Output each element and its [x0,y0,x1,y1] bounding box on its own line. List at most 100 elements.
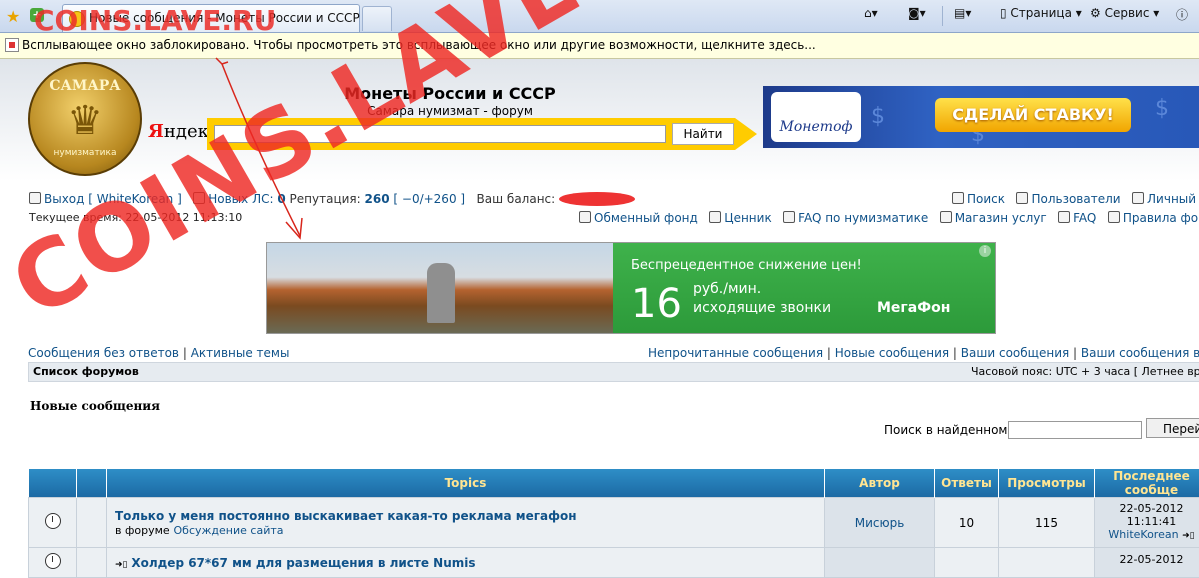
ad-info-icon[interactable]: i [979,245,991,257]
nav-separator: | [1073,346,1077,360]
reputation-value: 260 [365,192,390,206]
browser-tab-active[interactable]: Новые сообщения - Монеты России и СССР [62,4,360,32]
service-menu[interactable]: ⚙ Сервис ▾ [1090,6,1159,20]
last-post-time: 11:11:41 [1127,515,1176,528]
your-auction-posts-link[interactable]: Ваши сообщения в аукц [1081,346,1199,360]
views-cell: 115 [999,498,1095,548]
favorites-star-icon[interactable]: ★ [6,7,20,26]
new-posts-link[interactable]: Новые сообщения [835,346,949,360]
feeds-icon[interactable]: ◙▾ [908,6,926,20]
yandex-search-button[interactable]: Найти [672,123,734,145]
col-header-views[interactable]: Просмотры [999,469,1095,498]
top-right-links: Поиск Пользователи Личный р [952,192,1199,206]
make-bid-button[interactable]: СДЕЛАЙ СТАВКУ! [935,98,1131,132]
services-shop-link[interactable]: Магазин услуг [940,211,1047,225]
monetof-logo: Монетоф [771,92,861,142]
topic-title-link[interactable]: Только у меня постоянно выскакивает кака… [115,509,577,523]
balance-label: Ваш баланс: [477,192,556,206]
replies-cell: 10 [935,498,999,548]
timezone-text: Часовой пояс: UTC + 3 часа [ Летнее вр [971,365,1199,378]
col-header-author[interactable]: Автор [825,469,935,498]
unanswered-link[interactable]: Сообщения без ответов [28,346,179,360]
nav-separator: | [953,346,957,360]
users-link-label: Пользователи [1031,192,1120,206]
last-post-date: 22-05-2012 [1120,502,1184,515]
faq-numismatics-link[interactable]: FAQ по нумизматике [783,211,928,225]
popup-blocked-infobar[interactable]: Всплывающее окно заблокировано. Чтобы пр… [0,33,1199,59]
topic-cell: ➜▯ Холдер 67*67 мм для размещения в лист… [107,548,825,578]
col-header-topics[interactable]: Topics [107,469,825,498]
popup-blocked-icon [5,38,19,52]
nav-separator: | [183,346,187,360]
goto-last-post-icon[interactable]: ➜▯ [1182,530,1195,543]
new-pm-link[interactable]: Новых ЛС: 0 [193,192,285,206]
new-tab-button[interactable] [362,6,392,31]
page-menu[interactable]: ▯ Страница ▾ [1000,6,1082,20]
yandex-search-bar: Найти [207,118,757,150]
exchange-link[interactable]: Обменный фонд [579,211,698,225]
logout-label: Выход [ WhiteKorean ] [44,192,182,206]
users-link[interactable]: Пользователи [1016,192,1120,206]
col-header-blank [77,469,107,498]
exchange-link-label: Обменный фонд [594,211,698,225]
search-in-results-label: Поиск в найденном: [884,423,1012,437]
site-logo[interactable]: САМАРА ♛ нумизматика [28,62,142,176]
search-link[interactable]: Поиск [952,192,1005,206]
topic-icon-cell [77,548,107,578]
new-pm-label: Новых ЛС: [208,192,273,206]
faq-link[interactable]: FAQ [1058,211,1096,225]
help-icon[interactable]: ⓘ [1176,6,1188,23]
rules-link[interactable]: Правила фо [1108,211,1198,225]
unread-link[interactable]: Непрочитанные сообщения [648,346,823,360]
logout-link[interactable]: Выход [ WhiteKorean ] [29,192,182,206]
search-in-results-input[interactable] [1008,421,1142,439]
add-favorites-icon[interactable]: + [30,8,44,22]
right-nav-links: Непрочитанные сообщения | Новые сообщени… [648,346,1199,360]
banner-offer: Беспрецедентное снижение цен! 16 руб./ми… [613,243,995,333]
tab-title: Новые сообщения - Монеты России и СССР [89,11,360,25]
last-post-user-link[interactable]: WhiteKorean [1108,528,1178,541]
col-header-replies[interactable]: Ответы [935,469,999,498]
arrow-head [286,218,302,238]
sculpture-image [427,263,455,323]
monetof-ad-banner[interactable]: Монетоф $ $ $ СДЕЛАЙ СТАВКУ! [763,86,1199,148]
banner-headline: Беспрецедентное снижение цен! [631,258,862,273]
dollar-icon: $ [1155,96,1169,121]
topic-title-link[interactable]: Холдер 67*67 мм для размещения в листе N… [131,556,475,570]
megafon-ad-banner[interactable]: Беспрецедентное снижение цен! 16 руб./ми… [266,242,996,334]
yandex-search-input[interactable] [214,125,666,143]
forum-list-link[interactable]: Список форумов [33,365,139,378]
current-time: Текущее время: 22-05-2012 11:13:10 [29,211,242,224]
personal-link[interactable]: Личный р [1132,192,1199,206]
search-icon [952,192,964,204]
table-row: Только у меня постоянно выскакивает кака… [29,498,1199,548]
home-icon[interactable]: ⌂▾ [864,6,878,20]
new-posts-clock-icon [45,513,61,529]
author-cell: Мисюрь [825,498,935,548]
print-icon[interactable]: ▤▾ [954,6,971,20]
rules-icon [1108,211,1120,223]
dollar-icon: $ [871,104,885,129]
reputation-detail-link[interactable]: [ −0/+260 ] [393,192,465,206]
rules-label: Правила фо [1123,211,1198,225]
reputation-label: Репутация: [290,192,361,206]
search-in-results-button[interactable]: Перей [1146,418,1199,438]
page-title: Новые сообщения [30,399,160,413]
col-header-last-post[interactable]: Последнее сообще [1095,469,1199,498]
personal-link-label: Личный р [1147,192,1199,206]
goto-first-unread-icon[interactable]: ➜▯ [115,560,128,570]
forum-link[interactable]: Обсуждение сайта [174,524,284,537]
active-topics-link[interactable]: Активные темы [191,346,290,360]
author-link[interactable]: Мисюрь [855,516,905,530]
views-cell [999,548,1095,578]
pm-icon [193,192,205,204]
banner-photo [267,243,613,333]
banner-line-1: руб./мин. [693,281,761,297]
breadcrumb: Список форумов Часовой пояс: UTC + 3 час… [28,362,1199,382]
your-posts-link[interactable]: Ваши сообщения [961,346,1069,360]
price-list-link[interactable]: Ценник [709,211,771,225]
megafon-logo: МегаФон [877,300,950,316]
infobar-text[interactable]: Всплывающее окно заблокировано. Чтобы пр… [22,38,816,52]
faq-label: FAQ [1073,211,1096,225]
exchange-icon [579,211,591,223]
